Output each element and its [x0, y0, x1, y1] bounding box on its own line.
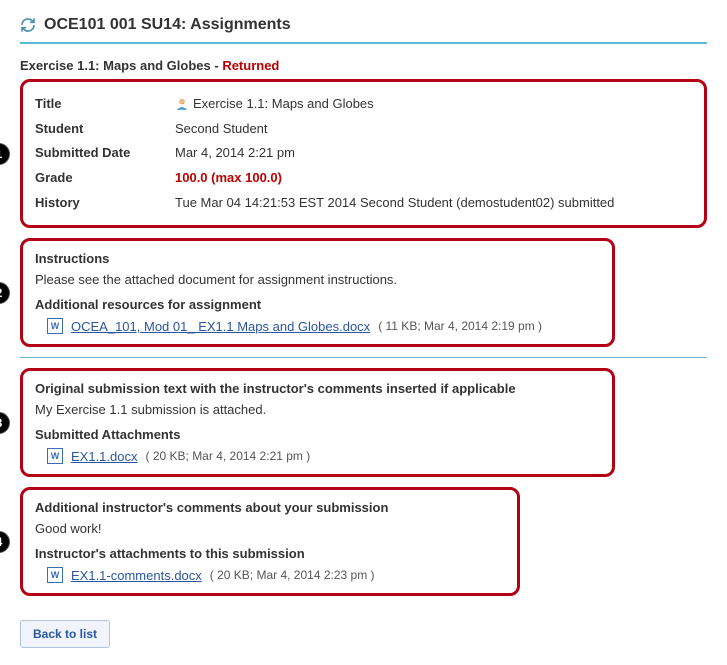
value-student: Second Student	[175, 117, 268, 142]
page-header: OCE101 001 SU14: Assignments	[20, 10, 707, 44]
instructions-attachment-row: OCEA_101, Mod 01_ EX1.1 Maps and Globes.…	[35, 318, 600, 334]
submission-attachment-row: EX1.1.docx ( 20 KB; Mar 4, 2014 2:21 pm …	[35, 448, 600, 464]
page-title: OCE101 001 SU14: Assignments	[44, 16, 291, 34]
submitted-attachments-heading: Submitted Attachments	[35, 427, 600, 442]
label-title: Title	[35, 92, 175, 117]
status-returned: Returned	[222, 58, 279, 73]
callout-bubble-1: 1	[0, 143, 10, 165]
value-title: Exercise 1.1: Maps and Globes	[175, 92, 374, 117]
info-box: Title Exercise 1.1: Maps and Globes Stud…	[20, 79, 707, 228]
label-submitted-date: Submitted Date	[35, 141, 175, 166]
callout-2: 2 Instructions Please see the attached d…	[20, 238, 707, 347]
feedback-heading: Additional instructor's comments about y…	[35, 500, 505, 515]
instructor-attachments-heading: Instructor's attachments to this submiss…	[35, 546, 505, 561]
value-grade: 100.0 (max 100.0)	[175, 170, 282, 185]
info-table: Title Exercise 1.1: Maps and Globes Stud…	[35, 92, 692, 215]
value-title-text: Exercise 1.1: Maps and Globes	[193, 96, 374, 111]
assignment-heading-row: Exercise 1.1: Maps and Globes - Returned	[20, 58, 707, 73]
callout-3: 3 Original submission text with the inst…	[20, 368, 707, 477]
doc-icon	[47, 567, 63, 583]
doc-icon	[47, 318, 63, 334]
label-student: Student	[35, 117, 175, 142]
callout-bubble-3: 3	[0, 412, 10, 434]
resources-heading: Additional resources for assignment	[35, 297, 600, 312]
info-row-submitted-date: Submitted Date Mar 4, 2014 2:21 pm	[35, 141, 692, 166]
label-history: History	[35, 191, 175, 216]
label-grade: Grade	[35, 166, 175, 191]
submission-attachment-link[interactable]: EX1.1.docx	[71, 449, 138, 464]
callout-bubble-2: 2	[0, 282, 10, 304]
info-row-grade: Grade 100.0 (max 100.0)	[35, 166, 692, 191]
feedback-box: Additional instructor's comments about y…	[20, 487, 520, 596]
submission-attachment-meta: ( 20 KB; Mar 4, 2014 2:21 pm )	[146, 449, 311, 463]
callout-4: 4 Additional instructor's comments about…	[20, 487, 707, 596]
person-icon	[175, 97, 189, 111]
instructions-heading: Instructions	[35, 251, 600, 266]
divider	[20, 357, 707, 358]
status-separator: -	[211, 58, 223, 73]
callout-bubble-4: 4	[0, 531, 10, 553]
feedback-text: Good work!	[35, 521, 505, 536]
doc-icon	[47, 448, 63, 464]
instructions-attachment-meta: ( 11 KB; Mar 4, 2014 2:19 pm )	[378, 319, 542, 333]
value-submitted-date: Mar 4, 2014 2:21 pm	[175, 141, 295, 166]
feedback-attachment-meta: ( 20 KB; Mar 4, 2014 2:23 pm )	[210, 568, 375, 582]
submission-text: My Exercise 1.1 submission is attached.	[35, 402, 600, 417]
info-row-history: History Tue Mar 04 14:21:53 EST 2014 Sec…	[35, 191, 692, 216]
assignment-heading: Exercise 1.1: Maps and Globes	[20, 58, 211, 73]
info-row-title: Title Exercise 1.1: Maps and Globes	[35, 92, 692, 117]
submission-heading: Original submission text with the instru…	[35, 381, 600, 396]
feedback-attachment-link[interactable]: EX1.1-comments.docx	[71, 568, 202, 583]
refresh-icon	[20, 17, 36, 33]
instructions-text: Please see the attached document for ass…	[35, 272, 600, 287]
feedback-attachment-row: EX1.1-comments.docx ( 20 KB; Mar 4, 2014…	[35, 567, 505, 583]
instructions-box: Instructions Please see the attached doc…	[20, 238, 615, 347]
instructions-attachment-link[interactable]: OCEA_101, Mod 01_ EX1.1 Maps and Globes.…	[71, 319, 370, 334]
info-row-student: Student Second Student	[35, 117, 692, 142]
callout-1: 1 Title Exercise 1.1: Maps and Globes St…	[20, 79, 707, 228]
back-to-list-button[interactable]: Back to list	[20, 620, 110, 648]
value-history: Tue Mar 04 14:21:53 EST 2014 Second Stud…	[175, 191, 614, 216]
submission-box: Original submission text with the instru…	[20, 368, 615, 477]
